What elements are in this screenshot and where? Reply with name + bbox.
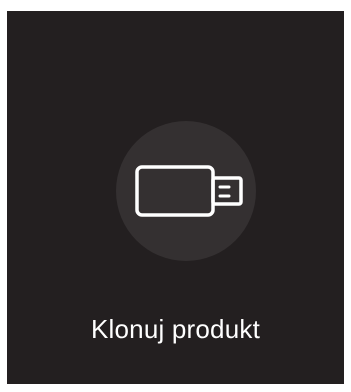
icon-circle — [116, 121, 256, 261]
usb-drive-icon — [135, 165, 243, 217]
tile-label: Klonuj produkt — [90, 314, 261, 344]
clone-product-tile[interactable]: Klonuj produkt — [7, 11, 344, 384]
